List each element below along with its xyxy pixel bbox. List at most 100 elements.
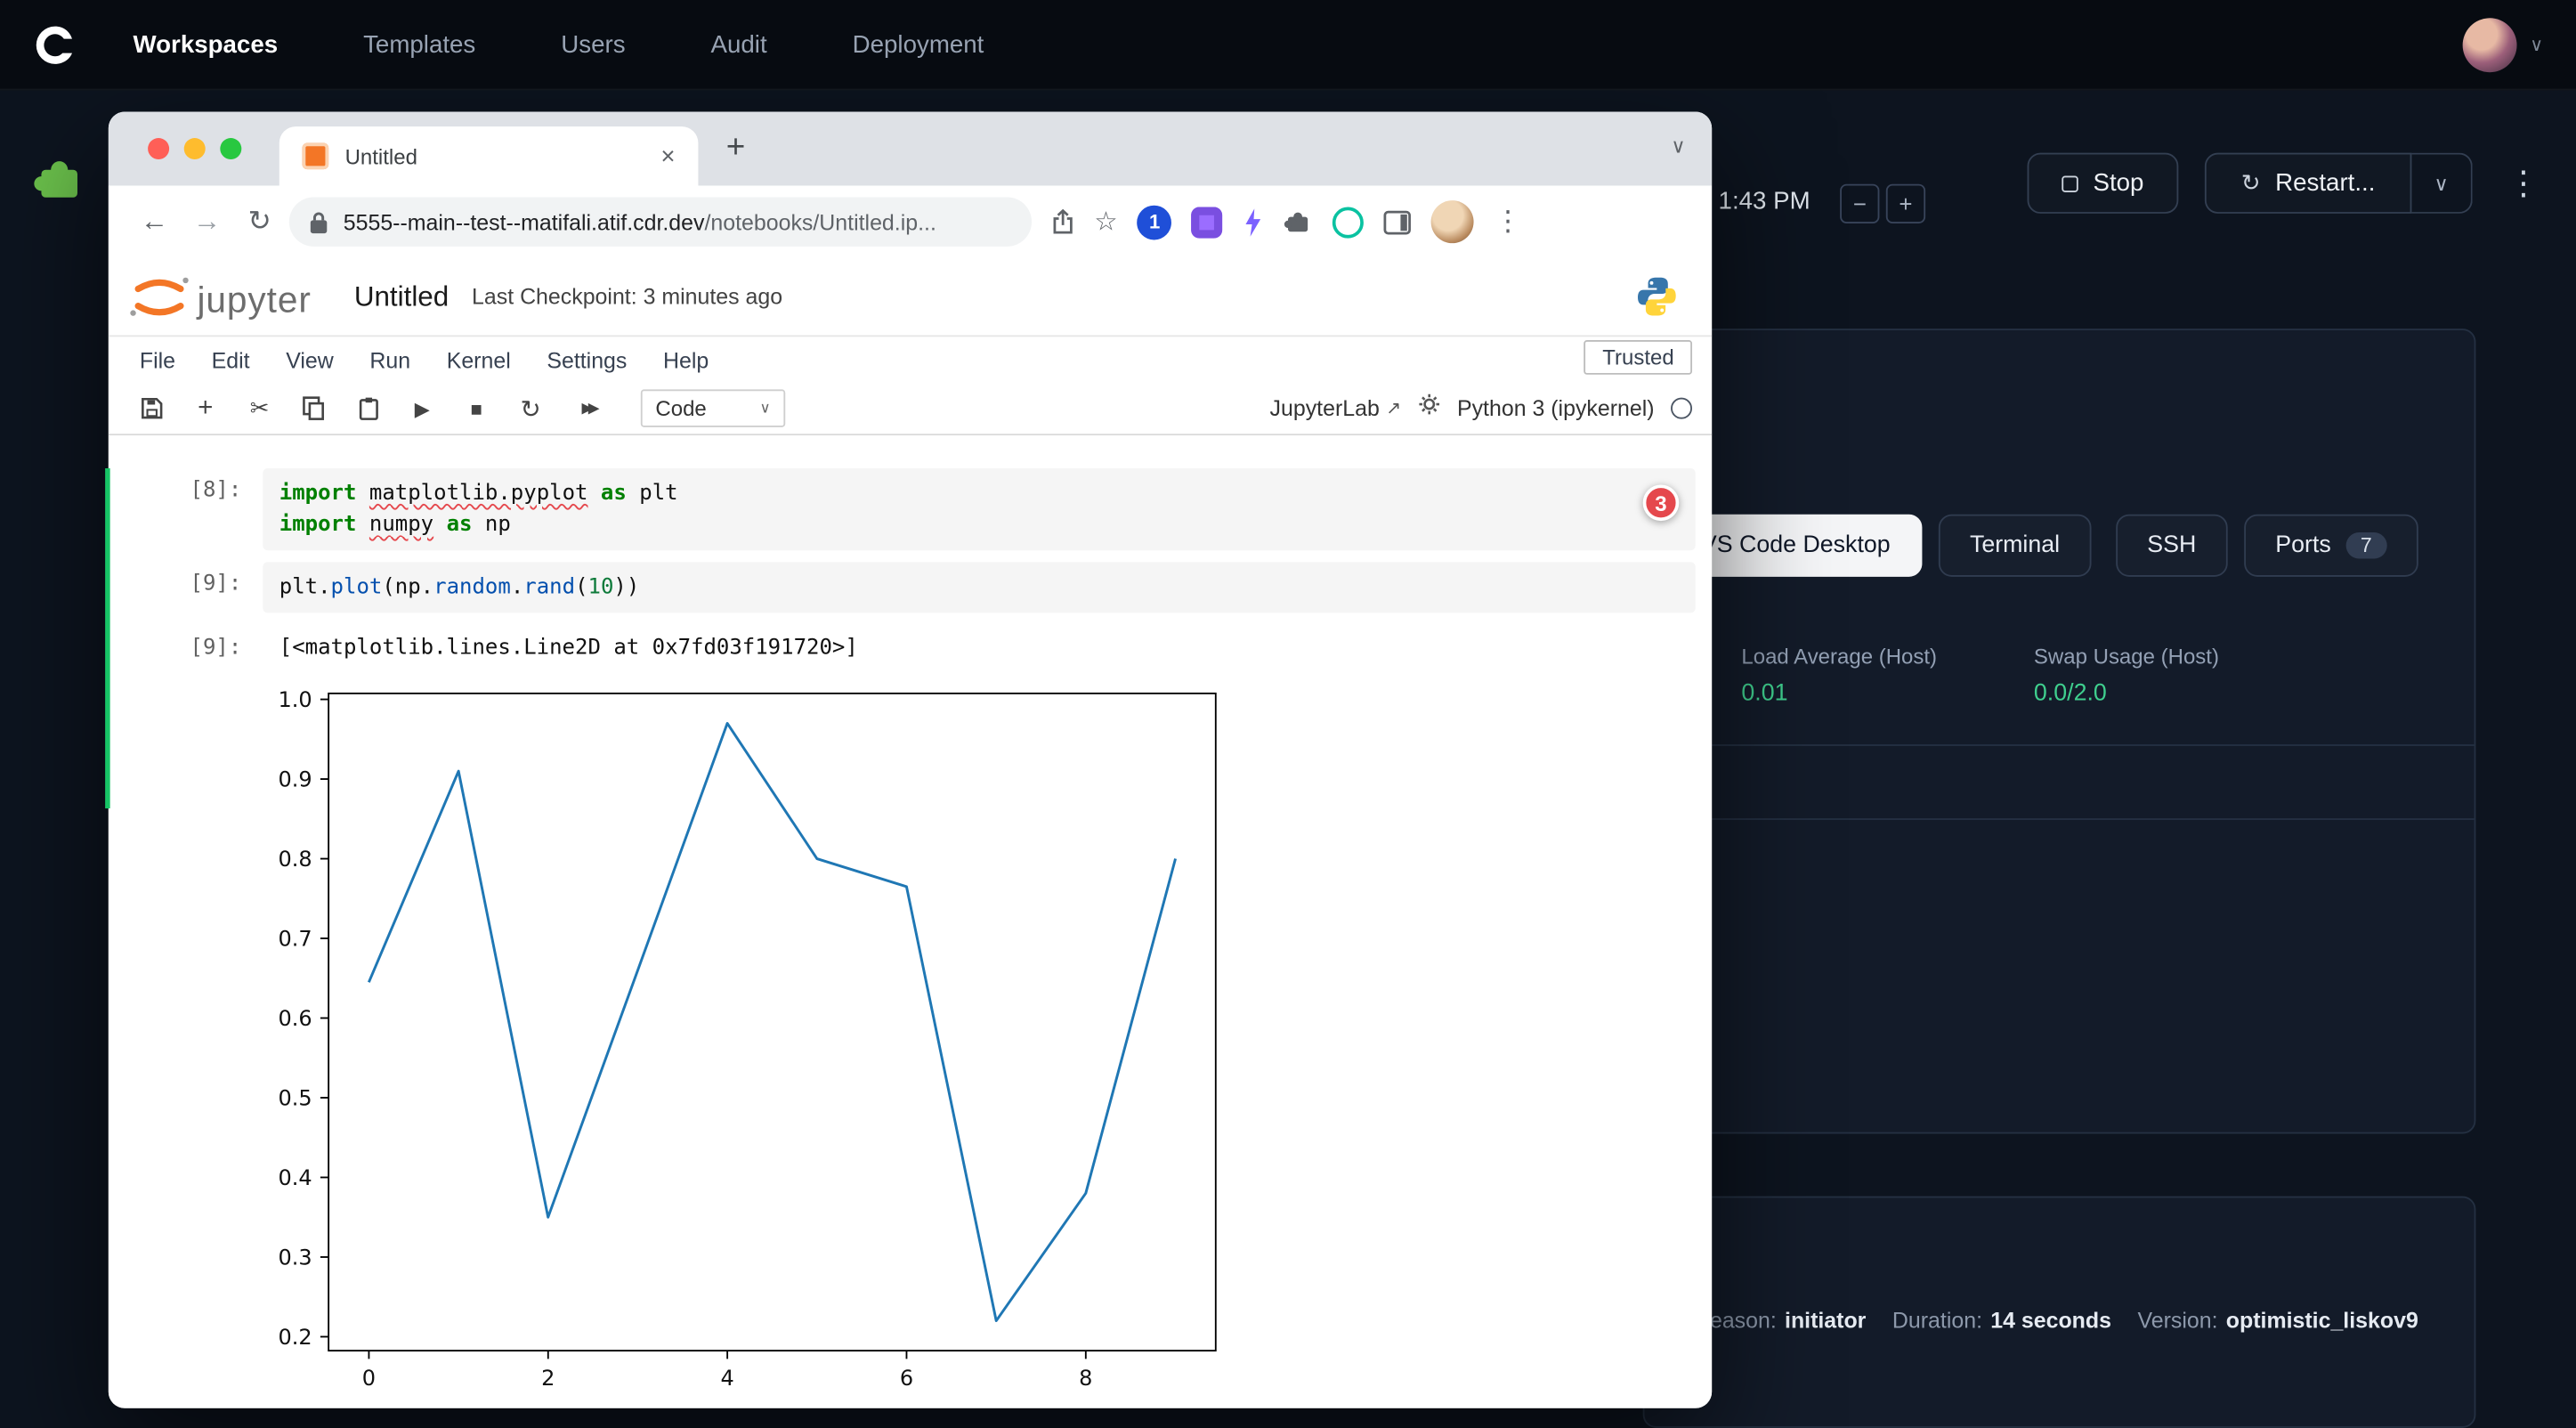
code-token: as bbox=[433, 513, 485, 538]
add-cell-icon[interactable]: + bbox=[190, 394, 220, 423]
restart-dropdown-button[interactable]: ∨ bbox=[2411, 153, 2472, 214]
url-bar[interactable]: 5555--main--test--matifali.atif.cdr.dev/… bbox=[289, 197, 1032, 246]
restart-kernel-icon[interactable]: ↻ bbox=[516, 394, 546, 423]
nav-item-workspaces[interactable]: Workspaces bbox=[133, 30, 278, 58]
screen: Workspaces Templates Users Audit Deploym… bbox=[0, 0, 2576, 1428]
stat-label: Load Average (Host) bbox=[1741, 644, 1937, 669]
new-tab-button[interactable]: + bbox=[726, 130, 746, 167]
ssh-button[interactable]: SSH bbox=[2116, 515, 2227, 577]
svg-text:6: 6 bbox=[900, 1366, 913, 1391]
nav-item-deployment[interactable]: Deployment bbox=[853, 30, 984, 58]
toolbar-right: JupyterLab ↗ Python 3 (ipykernel) bbox=[1270, 393, 1692, 424]
url-domain: 5555--main--test--matifali.atif.cdr.dev bbox=[344, 209, 705, 234]
green-indicator-bar bbox=[105, 468, 110, 808]
cell-type-dropdown[interactable]: Code ∨ bbox=[641, 389, 785, 426]
browser-profile-avatar[interactable] bbox=[1431, 200, 1474, 243]
jupyter-logo[interactable]: jupyter bbox=[128, 272, 312, 320]
top-nav: Workspaces Templates Users Audit Deploym… bbox=[0, 0, 2576, 91]
svg-text:0.3: 0.3 bbox=[279, 1245, 312, 1270]
jupyter-toolbar: + ✂ ▶ ■ ↻ ▶▶ Code ∨ JupyterLab bbox=[109, 383, 1712, 435]
paste-cell-icon[interactable] bbox=[353, 396, 383, 421]
menu-view[interactable]: View bbox=[286, 347, 334, 372]
stop-label: Stop bbox=[2093, 169, 2143, 197]
jupyter-logo-icon bbox=[128, 272, 190, 320]
nav-item-audit[interactable]: Audit bbox=[711, 30, 767, 58]
coder-logo[interactable] bbox=[33, 22, 77, 67]
ports-label: Ports bbox=[2275, 532, 2330, 559]
svg-text:0: 0 bbox=[362, 1366, 376, 1391]
extension-green-icon[interactable] bbox=[1333, 207, 1364, 238]
menu-settings[interactable]: Settings bbox=[547, 347, 627, 372]
lock-icon bbox=[309, 209, 328, 234]
onepassword-badge: 1 bbox=[1138, 205, 1172, 239]
back-button[interactable]: ← bbox=[128, 206, 181, 239]
jupyter-wordmark: jupyter bbox=[197, 282, 311, 321]
cut-cell-icon[interactable]: ✂ bbox=[245, 394, 274, 422]
matplotlib-figure: 024680.20.30.40.50.60.70.80.91.0 bbox=[214, 682, 1282, 1408]
code-token: import bbox=[279, 513, 369, 538]
minimize-window-button[interactable] bbox=[184, 138, 206, 159]
menu-run[interactable]: Run bbox=[369, 347, 410, 372]
menu-kernel[interactable]: Kernel bbox=[447, 347, 511, 372]
divider bbox=[1645, 744, 2475, 746]
code-line: plt.plot(np.random.rand(10)) bbox=[279, 572, 1680, 603]
tab-search-chevron-icon[interactable]: ∨ bbox=[1671, 134, 1685, 158]
interrupt-kernel-icon[interactable]: ■ bbox=[462, 397, 491, 420]
code-token: import bbox=[279, 482, 369, 507]
terminal-button[interactable]: Terminal bbox=[1939, 515, 2091, 577]
stat-value: 0.01 bbox=[1741, 680, 1937, 707]
run-all-icon[interactable]: ▶▶ bbox=[570, 399, 606, 417]
run-cell-icon[interactable]: ▶ bbox=[408, 397, 437, 420]
nav-item-users[interactable]: Users bbox=[561, 30, 625, 58]
code-cell-9[interactable]: plt.plot(np.random.rand(10)) bbox=[263, 562, 1695, 613]
maximize-window-button[interactable] bbox=[220, 138, 241, 159]
zoom-in-button[interactable]: + bbox=[1886, 184, 1925, 223]
gear-icon[interactable] bbox=[1418, 393, 1441, 424]
terminal-label: Terminal bbox=[1970, 532, 2060, 559]
jupyter-header: jupyter Untitled Last Checkpoint: 3 minu… bbox=[109, 258, 1712, 337]
browser-tab[interactable]: Untitled × bbox=[279, 126, 699, 185]
nav-user-menu[interactable]: ∨ bbox=[2463, 17, 2544, 71]
kernel-name[interactable]: Python 3 (ipykernel) bbox=[1457, 396, 1655, 421]
reload-button[interactable]: ↻ bbox=[233, 206, 286, 239]
close-tab-icon[interactable]: × bbox=[654, 142, 682, 170]
build-reason: Reason: initiator bbox=[1694, 1308, 1866, 1333]
zoom-out-button[interactable]: − bbox=[1840, 184, 1879, 223]
build-meta-row: Reason: initiator Duration: 14 seconds V… bbox=[1694, 1308, 2418, 1333]
copy-cell-icon[interactable] bbox=[299, 396, 328, 421]
save-icon[interactable] bbox=[136, 396, 166, 421]
user-avatar[interactable] bbox=[2463, 17, 2517, 71]
bolt-extension-icon[interactable] bbox=[1243, 207, 1264, 235]
restart-button[interactable]: ↻ Restart... bbox=[2205, 153, 2412, 214]
menu-help[interactable]: Help bbox=[663, 347, 709, 372]
tab-title: Untitled bbox=[345, 143, 654, 168]
extensions-puzzle-icon[interactable] bbox=[1284, 207, 1313, 237]
side-panel-icon[interactable] bbox=[1384, 209, 1412, 234]
code-token: plot bbox=[331, 575, 383, 600]
notebook-title[interactable]: Untitled bbox=[354, 280, 449, 313]
menu-file[interactable]: File bbox=[140, 347, 175, 372]
browser-menu-icon[interactable]: ⋮ bbox=[1494, 206, 1521, 239]
trusted-button[interactable]: Trusted bbox=[1584, 340, 1692, 375]
kernel-status-icon bbox=[1671, 398, 1692, 419]
ports-button[interactable]: Ports 7 bbox=[2244, 515, 2418, 577]
notification-badge: 3 bbox=[1643, 484, 1680, 521]
forward-button[interactable]: → bbox=[181, 206, 233, 239]
jupyter-menubar: File Edit View Run Kernel Settings Help … bbox=[109, 337, 1712, 383]
code-token: ( bbox=[575, 575, 587, 600]
stop-button[interactable]: Stop bbox=[2028, 153, 2179, 214]
nav-item-templates[interactable]: Templates bbox=[363, 30, 475, 58]
close-window-button[interactable] bbox=[148, 138, 169, 159]
puzzle-icon[interactable] bbox=[33, 153, 84, 204]
build-version: Version: optimistic_liskov9 bbox=[2138, 1308, 2418, 1333]
workspace-menu-button[interactable]: ⋮ bbox=[2507, 163, 2540, 204]
code-cell-8[interactable]: import matplotlib.pyplot as plt import n… bbox=[263, 468, 1695, 550]
extension-1password-icon[interactable]: 1 bbox=[1138, 205, 1172, 239]
stat-label: Swap Usage (Host) bbox=[2034, 644, 2219, 669]
menu-edit[interactable]: Edit bbox=[212, 347, 250, 372]
bookmark-star-icon[interactable]: ☆ bbox=[1094, 206, 1117, 239]
open-jupyterlab-link[interactable]: JupyterLab ↗ bbox=[1270, 396, 1402, 421]
extension-icon[interactable] bbox=[1192, 207, 1223, 238]
share-icon[interactable] bbox=[1051, 208, 1074, 235]
plus-icon: + bbox=[1899, 191, 1912, 217]
